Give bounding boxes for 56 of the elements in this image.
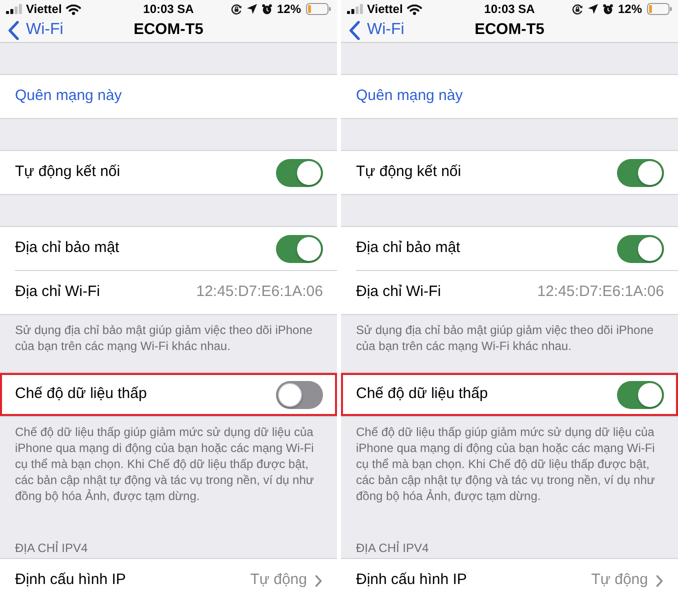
chevron-left-icon bbox=[349, 20, 360, 40]
signal-bars-icon bbox=[347, 4, 363, 14]
toggle-switch[interactable] bbox=[617, 380, 664, 408]
chevron-right-icon bbox=[315, 574, 322, 586]
chevron-left-icon bbox=[8, 20, 19, 40]
row-label: Địa chỉ Wi-Fi bbox=[356, 282, 441, 302]
action-row[interactable]: Quên mạng này bbox=[0, 75, 337, 118]
action-row[interactable]: Quên mạng này bbox=[341, 75, 678, 118]
section-header: ĐỊA CHỈ IPV4 bbox=[15, 540, 89, 556]
footer-note: Chế độ dữ liệu thấp giúp giảm mức sử dụng dữ liệu của iPhone qua mạng di động của bạn hoặc các mạng Wi-Fi cụ thể mà bạn chọn. Khi Chế độ dữ liệu thấp được bật, các bản cập nhật tự động và tác vụ trong nền, ví dụ như đồng bộ hóa Ảnh, được tạm dừng. bbox=[15, 424, 315, 504]
toggle-switch[interactable] bbox=[276, 380, 323, 408]
alarm-clock-icon bbox=[602, 4, 613, 14]
alarm-clock-icon bbox=[262, 4, 272, 14]
row-value: 12:45:D7:E6:1A:06 bbox=[537, 282, 664, 302]
toggle-switch[interactable] bbox=[276, 158, 323, 186]
section-header: ĐỊA CHỈ IPV4 bbox=[356, 540, 430, 556]
nav-title: ECOM-T5 bbox=[134, 20, 204, 40]
settings-row[interactable]: Định cấu hình IP Tự động bbox=[341, 559, 678, 600]
nav-title: ECOM-T5 bbox=[474, 20, 544, 40]
row-label: Chế độ dữ liệu thấp bbox=[356, 384, 488, 404]
footer-note: Chế độ dữ liệu thấp giúp giảm mức sử dụng dữ liệu của iPhone qua mạng di động của bạn hoặc các mạng Wi-Fi cụ thể mà bạn chọn. Khi Chế độ dữ liệu thấp được bật, các bản cập nhật tự động và tác vụ trong nền, ví dụ như đồng bộ hóa Ảnh, được tạm dừng. bbox=[356, 424, 656, 504]
footer-note: Sử dụng địa chỉ bảo mật giúp giảm việc theo dõi iPhone của bạn trên các mạng Wi-Fi khác nhau. bbox=[356, 322, 655, 354]
location-arrow-icon bbox=[588, 4, 598, 14]
row-label: Địa chỉ Wi-Fi bbox=[15, 282, 100, 302]
toggle-switch[interactable] bbox=[617, 234, 664, 262]
battery-percent: 12% bbox=[618, 1, 642, 18]
row-label: Địa chỉ bảo mật bbox=[15, 238, 120, 258]
settings-row[interactable]: Định cấu hình IP Tự động bbox=[0, 559, 337, 600]
row-label: Chế độ dữ liệu thấp bbox=[15, 384, 147, 404]
battery-percent: 12% bbox=[276, 1, 301, 18]
row-label: Định cấu hình IP bbox=[15, 570, 126, 590]
row-label: Địa chỉ bảo mật bbox=[356, 238, 460, 258]
wifi-icon bbox=[406, 4, 422, 14]
row-label: Tự động kết nối bbox=[356, 162, 462, 182]
row-label: Tự động kết nối bbox=[15, 162, 120, 182]
status-time: 10:03 SA bbox=[483, 1, 536, 18]
wifi-icon bbox=[66, 4, 81, 14]
row-value: 12:45:D7:E6:1A:06 bbox=[196, 282, 323, 302]
location-arrow-icon bbox=[246, 4, 257, 14]
footer-note: Sử dụng địa chỉ bảo mật giúp giảm việc theo dõi iPhone của bạn trên các mạng Wi-Fi khác nhau. bbox=[15, 322, 314, 354]
chevron-right-icon bbox=[656, 574, 663, 586]
signal-bars-icon bbox=[6, 4, 22, 14]
back-button[interactable]: Wi-Fi bbox=[8, 18, 64, 42]
toggle-switch[interactable] bbox=[617, 158, 664, 186]
rotation-lock-icon bbox=[572, 4, 583, 14]
carrier-name: Viettel bbox=[26, 1, 62, 18]
row-value: Tự động bbox=[591, 570, 648, 590]
back-button[interactable]: Wi-Fi bbox=[349, 18, 404, 42]
battery-icon bbox=[306, 3, 331, 15]
carrier-name: Viettel bbox=[367, 1, 403, 18]
battery-icon bbox=[647, 3, 672, 15]
rotation-lock-icon bbox=[230, 4, 242, 14]
row-value: Tự động bbox=[250, 570, 307, 590]
row-label: Định cấu hình IP bbox=[356, 570, 467, 590]
toggle-switch[interactable] bbox=[276, 234, 323, 262]
status-time: 10:03 SA bbox=[142, 1, 195, 18]
